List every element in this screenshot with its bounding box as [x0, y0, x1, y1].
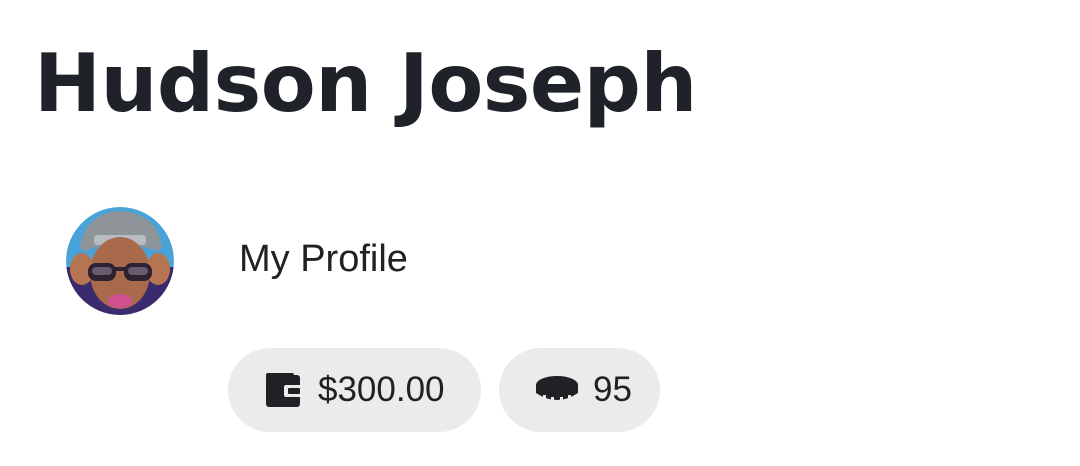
- user-name: Hudson Joseph: [34, 37, 697, 130]
- coins-count: 95: [593, 370, 632, 409]
- wallet-amount: $300.00: [318, 370, 445, 409]
- coins-balance-chip[interactable]: 95: [499, 348, 660, 432]
- balance-chips: $300.00 95: [228, 348, 660, 432]
- wallet-balance-chip[interactable]: $300.00: [228, 348, 481, 432]
- wallet-icon: [264, 371, 304, 409]
- avatar[interactable]: [66, 207, 174, 315]
- profile-header: Hudson Joseph My Profile $300.00 95: [0, 0, 1080, 466]
- my-profile-link[interactable]: My Profile: [239, 236, 408, 282]
- coins-icon: [535, 375, 579, 405]
